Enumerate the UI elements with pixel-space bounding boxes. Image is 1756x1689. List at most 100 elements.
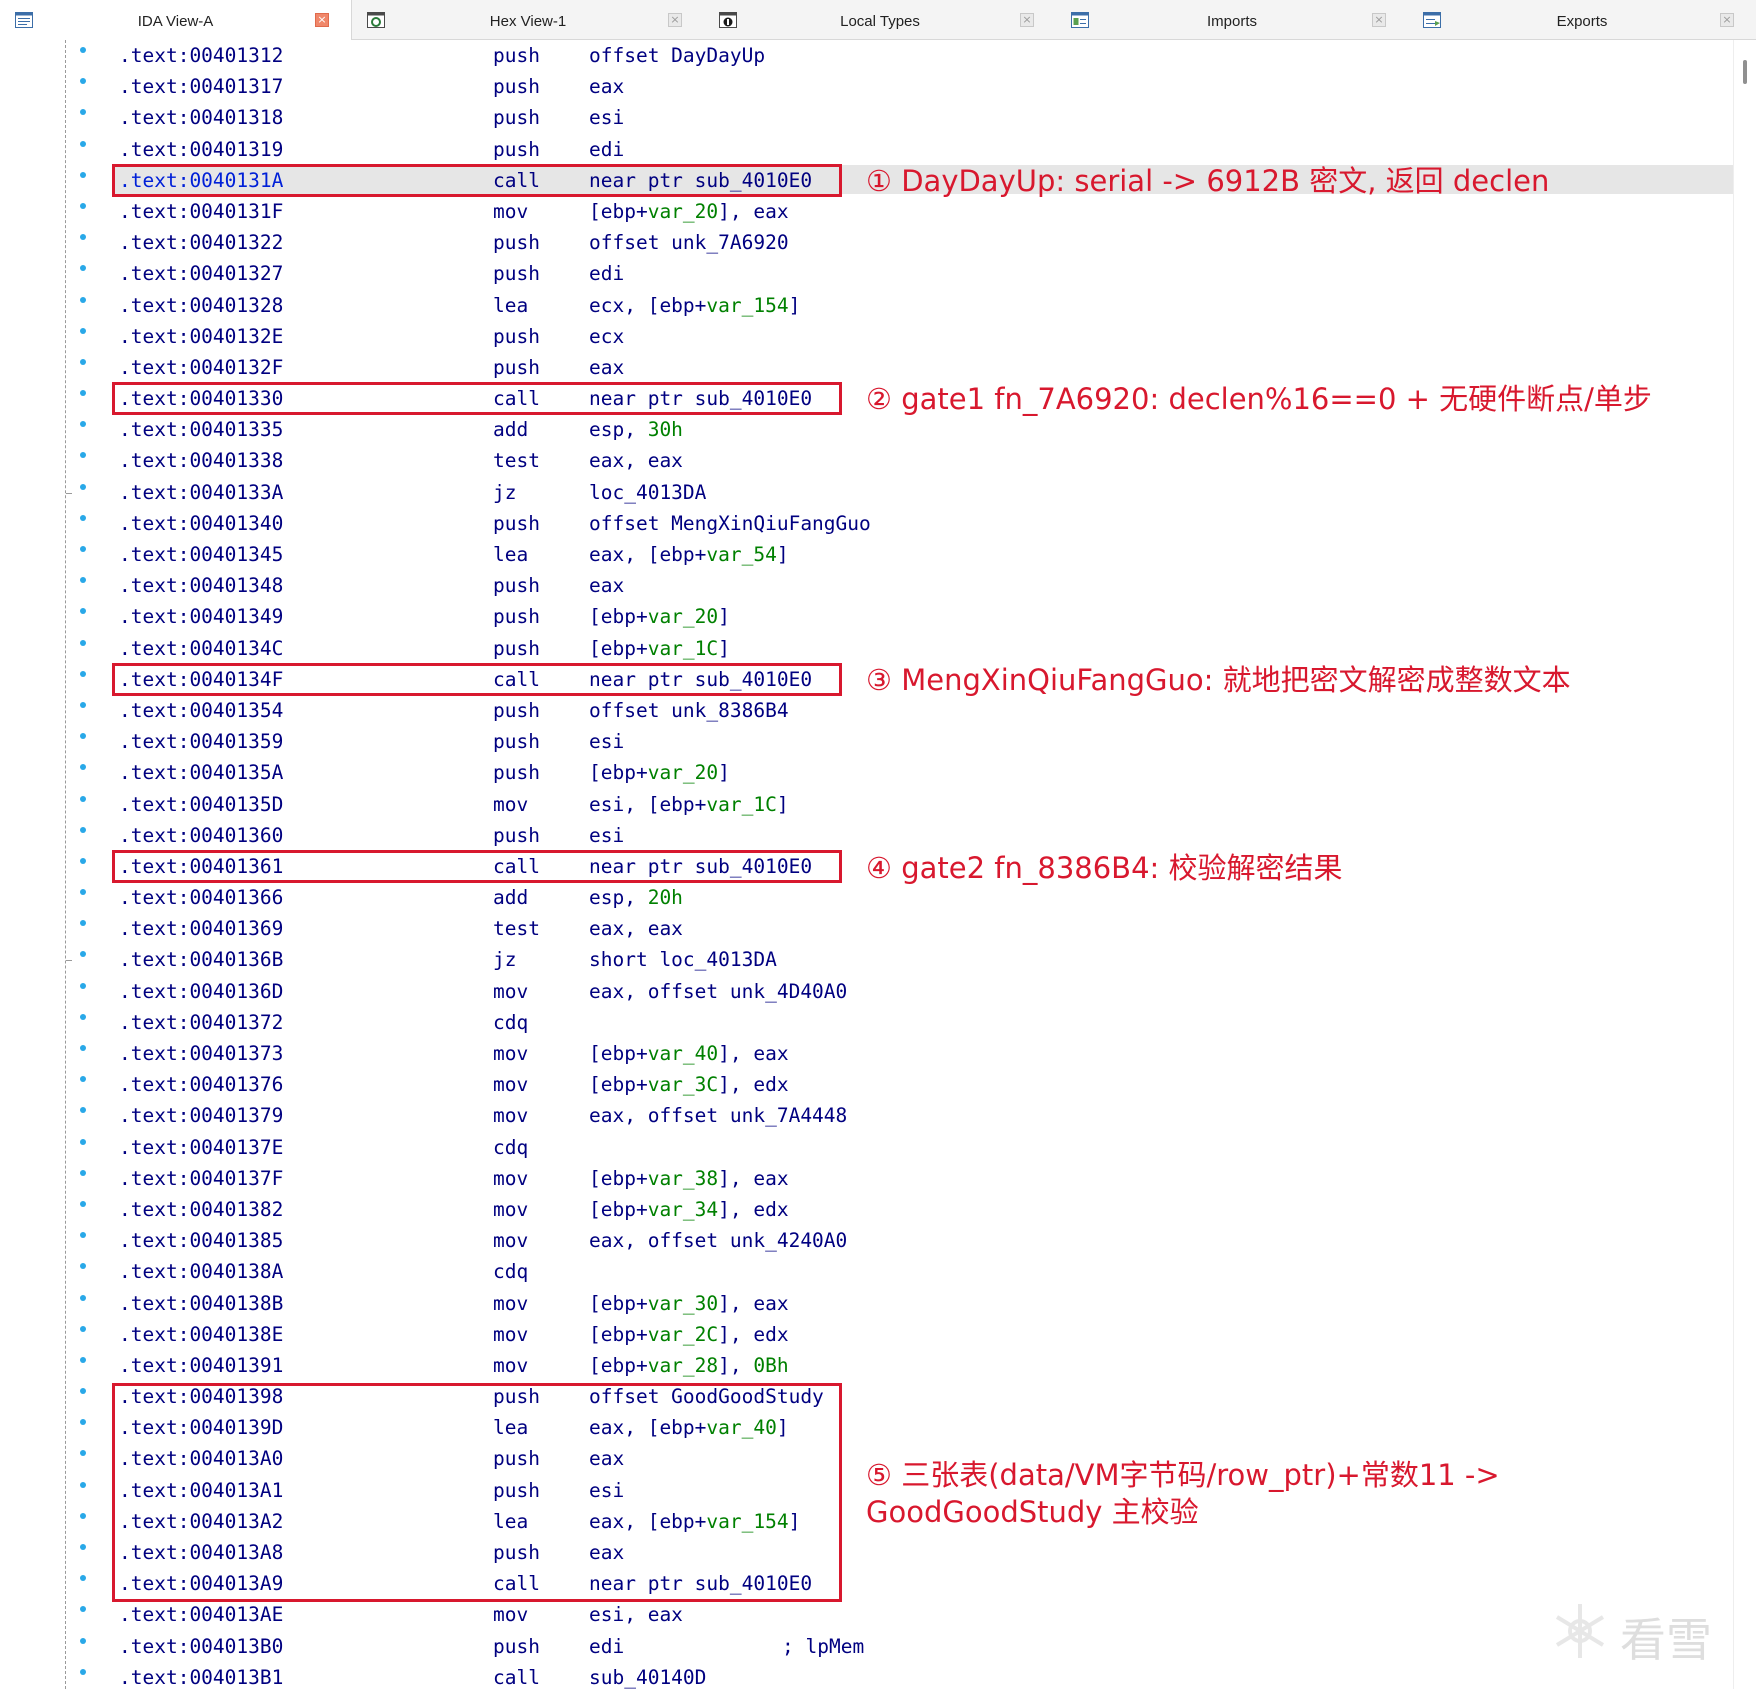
mnemonic[interactable]: push: [493, 510, 540, 537]
address[interactable]: .text:00401345: [119, 541, 283, 568]
operands[interactable]: eax: [589, 354, 624, 381]
code-line[interactable]: .text:004013AE mov esi, eax: [0, 1599, 1733, 1630]
mnemonic[interactable]: test: [493, 447, 540, 474]
code-line[interactable]: .text:0040138E mov [ebp+var_2C], edx: [0, 1319, 1733, 1350]
code-line[interactable]: .text:00401319 push edi: [0, 134, 1733, 165]
code-line[interactable]: .text:00401312 push offset DayDayUp: [0, 40, 1733, 71]
mnemonic[interactable]: push: [493, 635, 540, 662]
mnemonic[interactable]: test: [493, 915, 540, 942]
code-line[interactable]: .text:00401345 lea eax, [ebp+var_54]: [0, 539, 1733, 570]
operands[interactable]: eax, eax: [589, 915, 683, 942]
operands[interactable]: edi: [589, 1633, 624, 1660]
mnemonic[interactable]: push: [493, 354, 540, 381]
mnemonic[interactable]: mov: [493, 198, 528, 225]
code-line[interactable]: .text:00401373 mov [ebp+var_40], eax: [0, 1038, 1733, 1069]
mnemonic[interactable]: lea: [493, 292, 528, 319]
operands[interactable]: eax, eax: [589, 447, 683, 474]
mnemonic[interactable]: mov: [493, 1165, 528, 1192]
address[interactable]: .text:00401359: [119, 728, 283, 755]
address[interactable]: .text:00401354: [119, 697, 283, 724]
address[interactable]: .text:004013AE: [119, 1601, 283, 1628]
code-line[interactable]: .text:0040135D mov esi, [ebp+var_1C]: [0, 789, 1733, 820]
code-line[interactable]: .text:004013B1 call sub_40140D: [0, 1662, 1733, 1689]
mnemonic[interactable]: push: [493, 759, 540, 786]
code-line[interactable]: .text:0040138B mov [ebp+var_30], eax: [0, 1288, 1733, 1319]
code-line[interactable]: .text:00401340 push offset MengXinQiuFangG…: [0, 508, 1733, 539]
address[interactable]: .text:0040138A: [119, 1258, 283, 1285]
address[interactable]: .text:00401349: [119, 603, 283, 630]
mnemonic[interactable]: mov: [493, 978, 528, 1005]
mnemonic[interactable]: push: [493, 229, 540, 256]
operands[interactable]: offset DayDayUp: [589, 42, 765, 69]
mnemonic[interactable]: cdq: [493, 1134, 528, 1161]
code-line[interactable]: .text:0040132F push eax: [0, 352, 1733, 383]
mnemonic[interactable]: mov: [493, 1227, 528, 1254]
code-line[interactable]: .text:00401369 test eax, eax: [0, 913, 1733, 944]
address[interactable]: .text:0040134C: [119, 635, 283, 662]
code-line[interactable]: .text:0040137E cdq: [0, 1132, 1733, 1163]
address[interactable]: .text:004013B0: [119, 1633, 283, 1660]
address[interactable]: .text:00401327: [119, 260, 283, 287]
mnemonic[interactable]: push: [493, 104, 540, 131]
address[interactable]: .text:00401372: [119, 1009, 283, 1036]
address[interactable]: .text:0040136D: [119, 978, 283, 1005]
code-line[interactable]: .text:0040138A cdq: [0, 1256, 1733, 1287]
address[interactable]: .text:00401366: [119, 884, 283, 911]
address[interactable]: .text:00401379: [119, 1102, 283, 1129]
address[interactable]: .text:0040135D: [119, 791, 283, 818]
mnemonic[interactable]: mov: [493, 1321, 528, 1348]
operands[interactable]: esi: [589, 822, 624, 849]
mnemonic[interactable]: add: [493, 884, 528, 911]
code-line[interactable]: .text:0040137F mov [ebp+var_38], eax: [0, 1163, 1733, 1194]
scrollbar-thumb[interactable]: [1743, 60, 1747, 84]
operands[interactable]: sub_40140D: [589, 1664, 706, 1689]
address[interactable]: .text:00401369: [119, 915, 283, 942]
address[interactable]: .text:00401338: [119, 447, 283, 474]
address[interactable]: .text:00401319: [119, 136, 283, 163]
operands[interactable]: short loc_4013DA: [589, 946, 777, 973]
operands[interactable]: [ebp+var_20]: [589, 759, 730, 786]
operands[interactable]: ecx, [ebp+var_154]: [589, 292, 800, 319]
mnemonic[interactable]: push: [493, 42, 540, 69]
operands[interactable]: offset unk_7A6920: [589, 229, 789, 256]
operands[interactable]: [ebp+var_20]: [589, 603, 730, 630]
vertical-scrollbar[interactable]: [1733, 40, 1756, 1689]
mnemonic[interactable]: push: [493, 73, 540, 100]
address[interactable]: .text:00401312: [119, 42, 283, 69]
mnemonic[interactable]: push: [493, 323, 540, 350]
address[interactable]: .text:0040131F: [119, 198, 283, 225]
tab-imports[interactable]: Imports ×: [1056, 0, 1408, 40]
tab-exports[interactable]: Exports ×: [1408, 0, 1756, 40]
operands[interactable]: [ebp+var_20], eax: [589, 198, 789, 225]
operands[interactable]: esi: [589, 728, 624, 755]
code-line[interactable]: .text:00401359 push esi: [0, 726, 1733, 757]
address[interactable]: .text:0040133A: [119, 479, 283, 506]
mnemonic[interactable]: cdq: [493, 1009, 528, 1036]
address[interactable]: .text:00401322: [119, 229, 283, 256]
mnemonic[interactable]: call: [493, 1664, 540, 1689]
mnemonic[interactable]: push: [493, 1633, 540, 1660]
code-line[interactable]: .text:00401379 mov eax, offset unk_7A4448: [0, 1100, 1733, 1131]
code-line[interactable]: .text:00401327 push edi: [0, 258, 1733, 289]
address[interactable]: .text:00401385: [119, 1227, 283, 1254]
tab-hex-view-1[interactable]: Hex View-1 ×: [352, 0, 704, 40]
close-icon[interactable]: ×: [1372, 13, 1386, 27]
mnemonic[interactable]: mov: [493, 791, 528, 818]
code-line[interactable]: .text:00401318 push esi: [0, 102, 1733, 133]
operands[interactable]: esp, 20h: [589, 884, 683, 911]
code-line[interactable]: .text:00401335 add esp, 30h: [0, 414, 1733, 445]
address[interactable]: .text:0040137F: [119, 1165, 283, 1192]
operands[interactable]: loc_4013DA: [589, 479, 706, 506]
operands[interactable]: [ebp+var_30], eax: [589, 1290, 789, 1317]
code-line[interactable]: .text:00401376 mov [ebp+var_3C], edx: [0, 1069, 1733, 1100]
mnemonic[interactable]: mov: [493, 1071, 528, 1098]
address[interactable]: .text:00401373: [119, 1040, 283, 1067]
operands[interactable]: [ebp+var_2C], edx: [589, 1321, 789, 1348]
mnemonic[interactable]: push: [493, 697, 540, 724]
address[interactable]: .text:00401317: [119, 73, 283, 100]
mnemonic[interactable]: push: [493, 822, 540, 849]
code-line[interactable]: .text:00401391 mov [ebp+var_28], 0Bh: [0, 1350, 1733, 1381]
code-line[interactable]: .text:00401328 lea ecx, [ebp+var_154]: [0, 290, 1733, 321]
mnemonic[interactable]: mov: [493, 1352, 528, 1379]
mnemonic[interactable]: push: [493, 728, 540, 755]
